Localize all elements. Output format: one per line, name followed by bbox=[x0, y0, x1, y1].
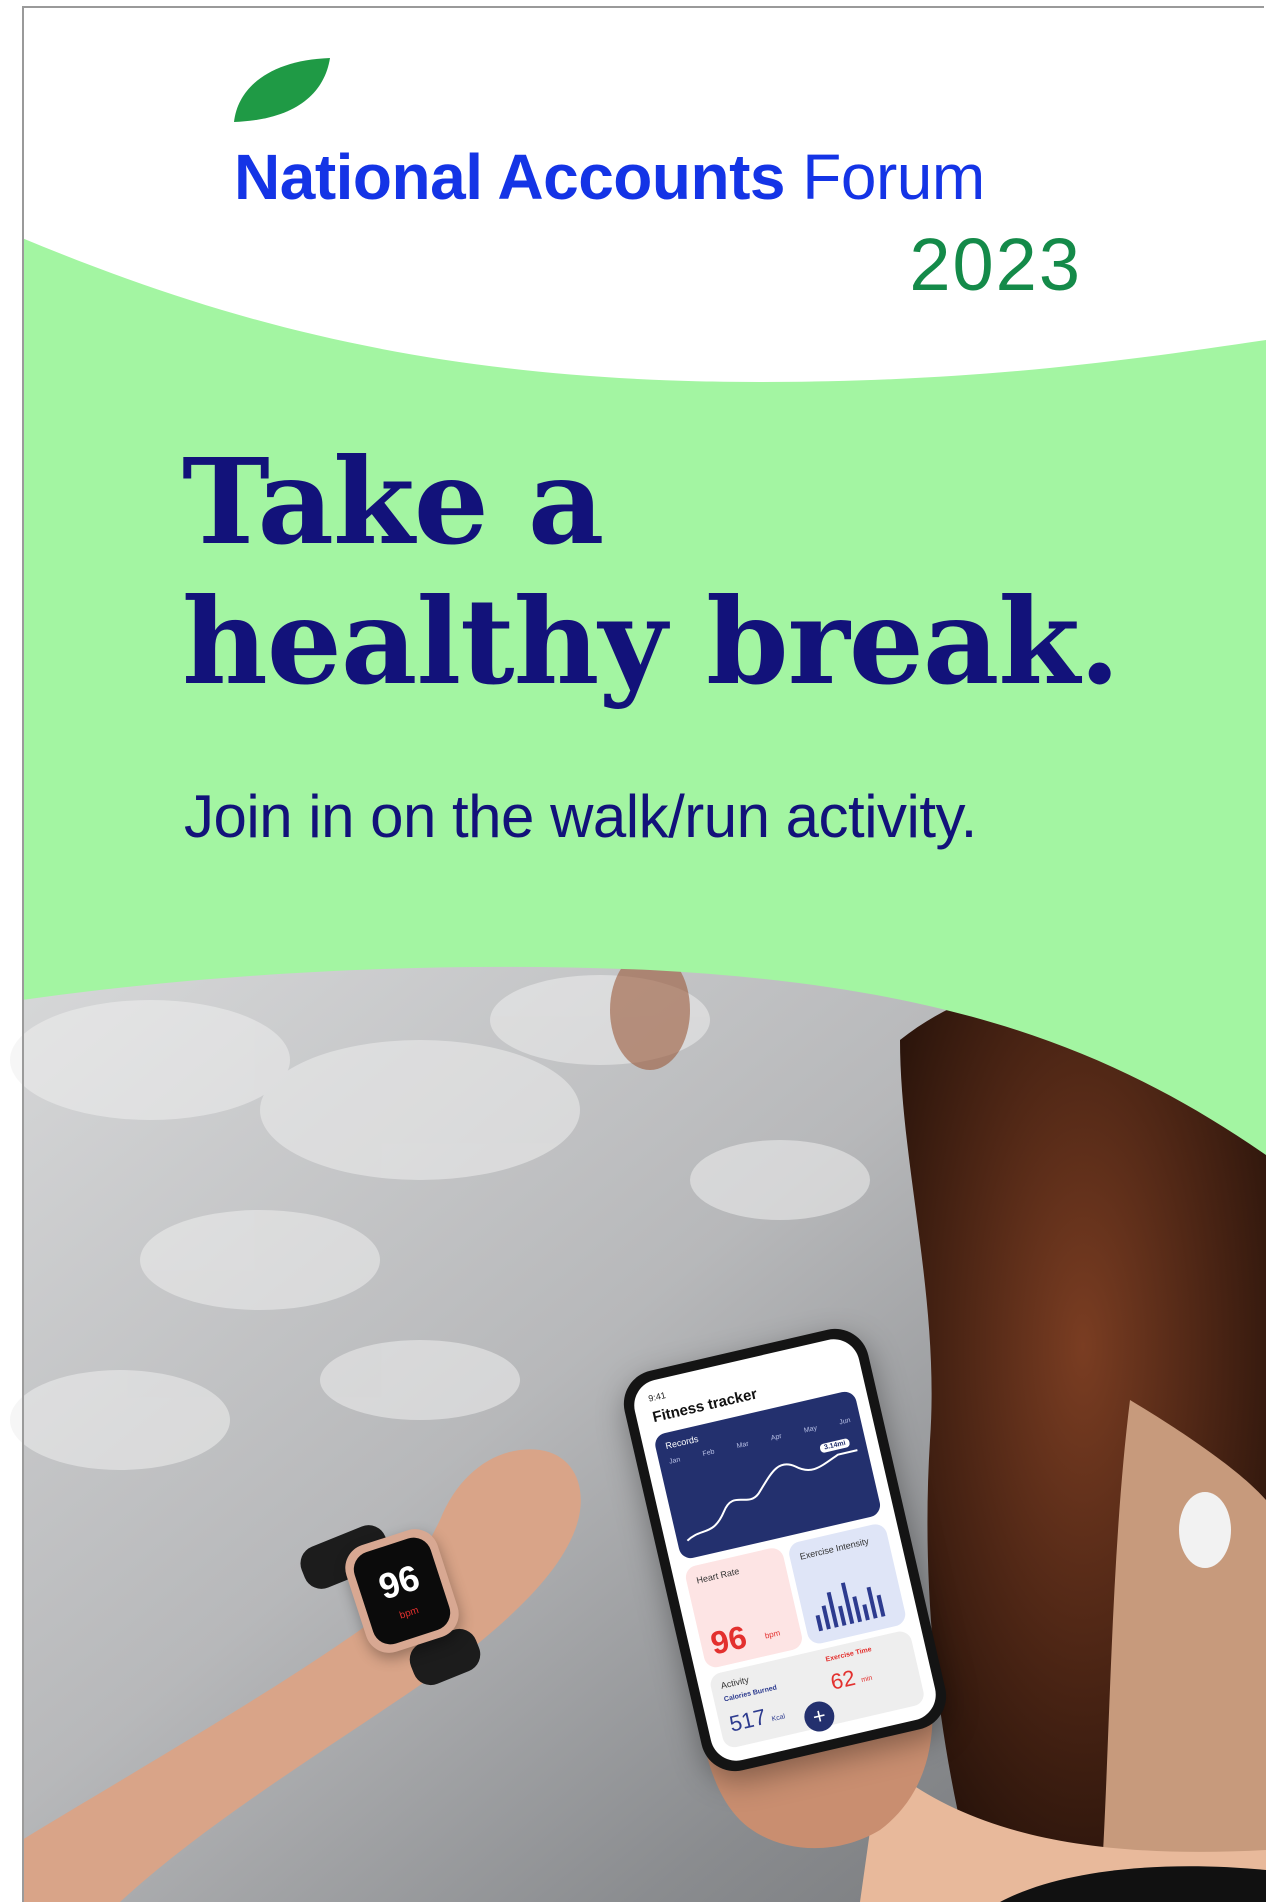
month-label: Apr bbox=[770, 1432, 783, 1443]
calories-unit: Kcal bbox=[771, 1713, 786, 1724]
brand-name-bold: National Accounts bbox=[234, 141, 785, 213]
month-label: Jan bbox=[668, 1456, 682, 1466]
activity-label: Activity bbox=[719, 1674, 750, 1691]
brand-name-light: Forum bbox=[802, 141, 985, 213]
subheadline: Join in on the walk/run activity. bbox=[184, 783, 977, 850]
headline-line2: healthy break. bbox=[182, 572, 1120, 711]
heart-rate-value: 96 bbox=[707, 1618, 750, 1662]
brand-name: National Accounts Forum bbox=[234, 140, 985, 214]
heart-rate-label: Heart Rate bbox=[695, 1565, 741, 1586]
heart-rate-card: Heart Rate 96 bpm bbox=[683, 1545, 805, 1670]
exercise-time-value: 62 bbox=[828, 1664, 858, 1695]
poster: National Accounts Forum 2023 Take a heal… bbox=[0, 0, 1266, 1902]
heart-rate-unit: bpm bbox=[763, 1628, 782, 1641]
calories-value: 517 bbox=[727, 1703, 769, 1737]
month-label: Mar bbox=[736, 1440, 750, 1451]
watch-face: 96 bpm bbox=[349, 1532, 455, 1650]
leaf-icon bbox=[234, 58, 330, 122]
month-label: May bbox=[803, 1424, 818, 1435]
exercise-intensity-label: Exercise Intensity bbox=[798, 1536, 870, 1562]
month-label: Feb bbox=[701, 1448, 716, 1458]
phone-time: 9:41 bbox=[647, 1390, 667, 1404]
exercise-time-unit: min bbox=[860, 1674, 874, 1685]
exercise-intensity-card: Exercise Intensity bbox=[786, 1521, 908, 1646]
earbud bbox=[1179, 1492, 1231, 1568]
month-label: Jun bbox=[838, 1417, 852, 1427]
intensity-bars-icon bbox=[815, 1582, 886, 1632]
headline-line1: Take a bbox=[182, 432, 604, 571]
exercise-time-label: Exercise Time bbox=[825, 1646, 873, 1664]
records-label: Records bbox=[664, 1433, 700, 1452]
brand-year: 2023 bbox=[909, 223, 1082, 306]
headline: Take a healthy break. bbox=[182, 432, 1120, 712]
